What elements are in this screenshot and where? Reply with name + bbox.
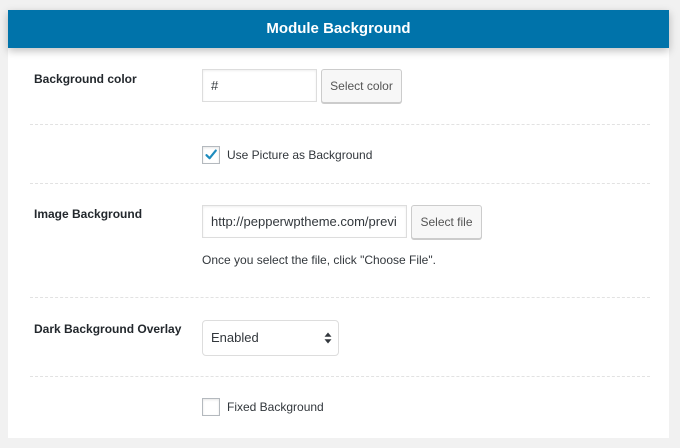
divider <box>30 183 650 184</box>
panel-title: Module Background <box>8 10 669 48</box>
fixed-background-checkbox[interactable] <box>202 398 220 416</box>
checkmark-icon <box>205 149 217 160</box>
select-arrows-icon <box>324 332 332 344</box>
background-color-label: Background color <box>34 72 137 86</box>
image-hint-text: Once you select the file, click "Choose … <box>202 253 436 267</box>
overlay-select[interactable]: Enabled <box>202 320 339 356</box>
select-color-button[interactable]: Select color <box>321 69 402 103</box>
divider <box>30 124 650 125</box>
image-url-input[interactable]: http://pepperwptheme.com/previ <box>202 205 407 238</box>
use-picture-label[interactable]: Use Picture as Background <box>227 148 372 162</box>
fixed-background-label[interactable]: Fixed Background <box>227 400 324 414</box>
overlay-label: Dark Background Overlay <box>34 322 182 336</box>
select-file-button[interactable]: Select file <box>411 205 482 239</box>
overlay-selected-value: Enabled <box>211 330 259 345</box>
module-background-panel: Module Background Background color # Sel… <box>8 10 669 438</box>
background-color-input[interactable]: # <box>202 69 317 102</box>
divider <box>30 297 650 298</box>
image-background-label: Image Background <box>34 207 143 221</box>
use-picture-checkbox[interactable] <box>202 146 220 164</box>
divider <box>30 376 650 377</box>
